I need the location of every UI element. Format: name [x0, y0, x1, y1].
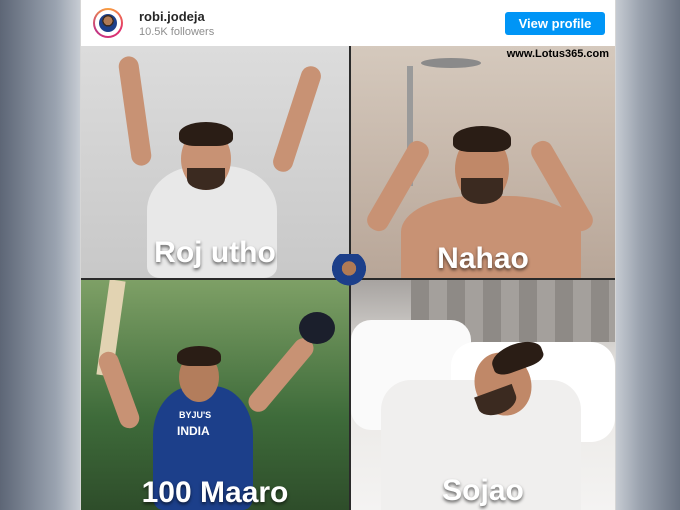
panel-wake-up: Roj utho [81, 46, 349, 278]
jersey-sponsor: BYJU'S [179, 410, 212, 420]
profile-avatar[interactable] [93, 8, 123, 38]
avatar-ring-inner [95, 10, 121, 36]
panel-century: BYJU'S INDIA 100 Maaro [81, 280, 349, 510]
caption-roj-utho: Roj utho [154, 236, 276, 269]
instagram-embed-card: robi.jodeja 10.5K followers View profile… [80, 0, 616, 510]
view-profile-button[interactable]: View profile [505, 12, 605, 35]
background-left [0, 0, 80, 510]
meme-image: Roj utho www.Lotus365.com Nahao BYJU'S I… [81, 46, 615, 510]
hair [453, 126, 511, 152]
arm-right [244, 334, 318, 416]
avatar-image [99, 14, 117, 32]
caption-nahao: Nahao [437, 242, 529, 275]
raised-arm-right [270, 63, 324, 175]
hair [177, 346, 221, 366]
hair [179, 122, 233, 146]
username-link[interactable]: robi.jodeja [139, 9, 205, 24]
helmet [299, 312, 335, 344]
shower-head [421, 58, 481, 68]
caption-100-maaro: 100 Maaro [141, 476, 289, 509]
center-logo-icon [331, 254, 367, 290]
post-header: robi.jodeja 10.5K followers View profile [81, 0, 615, 46]
panel-sleep: Sojao [351, 280, 615, 510]
background-right [614, 0, 680, 510]
raised-arm-left [117, 55, 153, 167]
caption-sojao: Sojao [442, 474, 524, 507]
jersey-text: INDIA [177, 424, 210, 438]
beard [187, 168, 225, 190]
followers-count: 10.5K followers [139, 26, 215, 38]
beard [461, 178, 503, 204]
watermark: www.Lotus365.com [506, 48, 609, 60]
panel-bath: www.Lotus365.com Nahao [351, 46, 615, 278]
arm-left [95, 348, 143, 432]
